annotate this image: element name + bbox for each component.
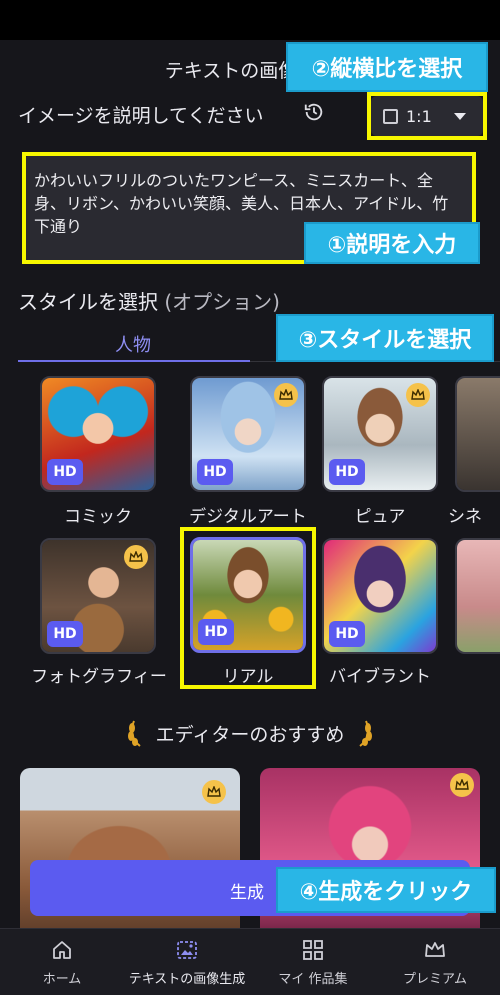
annotation-prompt: ①説明を入力 (304, 222, 480, 264)
premium-crown-icon (124, 545, 148, 569)
style-label: フォトグラフィー (31, 667, 167, 687)
crown-icon (425, 942, 445, 957)
premium-crown-icon (450, 773, 474, 797)
style-card-vibrant[interactable]: HD (322, 538, 438, 654)
nav-home[interactable]: ホーム (32, 938, 92, 987)
style-card-pure[interactable]: HD (322, 376, 438, 492)
text-to-image-icon (177, 941, 197, 959)
nav-label: ホーム (42, 972, 82, 987)
style-card-photography[interactable]: HD (40, 538, 156, 654)
hd-badge: HD (329, 621, 365, 647)
style-label: シネ (448, 507, 482, 527)
nav-label: プレミアム (402, 972, 468, 987)
laurel-left-icon (127, 720, 141, 747)
premium-crown-icon (202, 780, 226, 804)
style-label: バイブラント (329, 667, 431, 687)
style-heading: スタイルを選択 (オプション) (18, 286, 280, 315)
premium-crown-icon (406, 383, 430, 407)
style-card-partial[interactable] (455, 538, 500, 654)
style-label: デジタルアート (189, 507, 307, 527)
premium-crown-icon (274, 383, 298, 407)
recommend-heading-text: エディターのおすすめ (155, 723, 345, 746)
nav-my-works[interactable]: マイ 作品集 (268, 938, 358, 987)
hd-badge: HD (329, 459, 365, 485)
tab-person[interactable]: 人物 (115, 331, 151, 357)
style-card-digital-art[interactable]: HD (190, 376, 306, 492)
history-icon[interactable] (303, 101, 325, 123)
laurel-right-icon (359, 720, 373, 747)
annotation-style: ③スタイルを選択 (276, 314, 494, 362)
ratio-highlight-frame (367, 92, 487, 140)
hd-badge: HD (47, 621, 83, 647)
grid-icon (303, 940, 323, 960)
nav-text-to-image[interactable]: テキストの画像生成 (122, 938, 252, 987)
nav-label: マイ 作品集 (278, 972, 348, 987)
style-heading-text: スタイルを選択 (18, 290, 158, 314)
hd-badge: HD (47, 459, 83, 485)
status-bar (0, 0, 500, 40)
style-highlight-frame (180, 527, 316, 689)
recommend-heading: エディターのおすすめ (0, 718, 500, 748)
style-card-cinema[interactable] (455, 376, 500, 492)
style-heading-option: (オプション) (164, 290, 280, 314)
nav-label: テキストの画像生成 (128, 972, 246, 987)
generate-button-label: 生成 (230, 883, 264, 903)
style-card-comic[interactable]: HD (40, 376, 156, 492)
prompt-label: イメージを説明してください (18, 105, 264, 127)
tab-underline (18, 360, 250, 362)
annotation-generate: ④生成をクリック (276, 867, 496, 913)
partial-thumbnail (457, 540, 500, 652)
hd-badge: HD (197, 459, 233, 485)
nav-premium[interactable]: プレミアム (390, 938, 480, 987)
style-label: ピュア (354, 507, 406, 527)
style-label: コミック (64, 507, 132, 527)
home-icon (53, 941, 71, 959)
cinema-thumbnail (457, 378, 500, 490)
annotation-ratio: ②縦横比を選択 (286, 42, 488, 92)
